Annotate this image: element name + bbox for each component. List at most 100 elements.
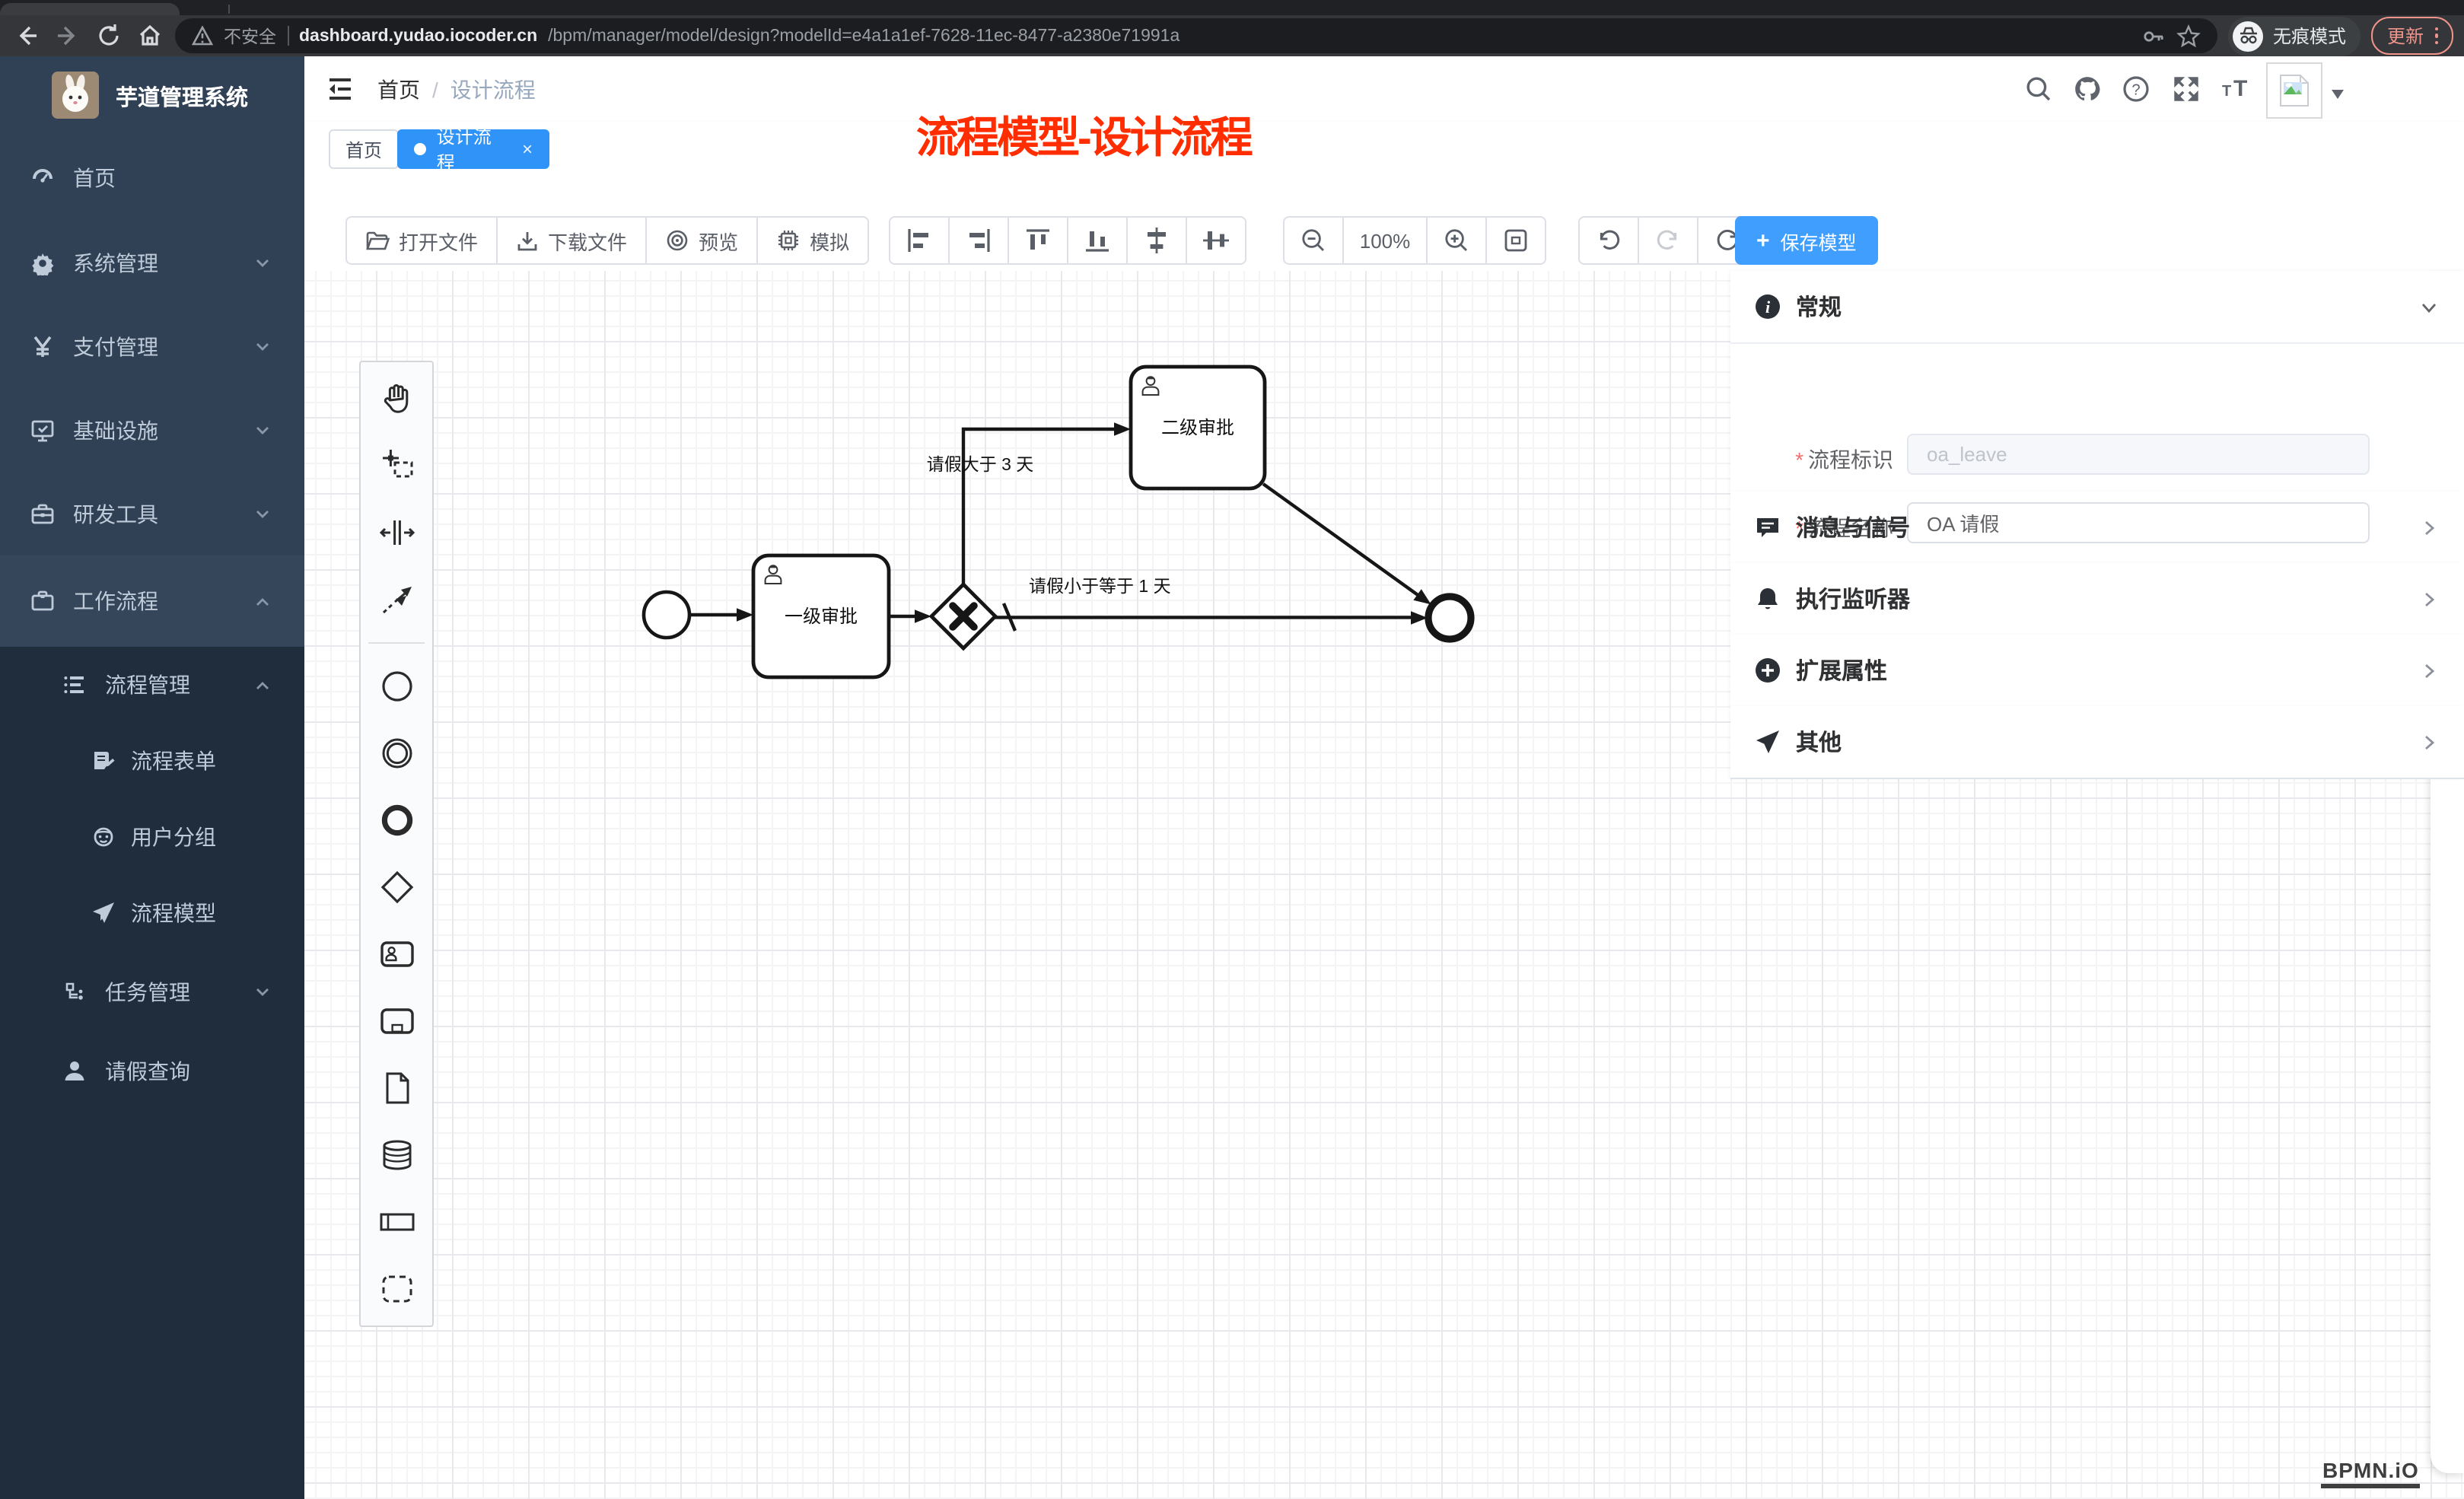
align-hcenter-button[interactable] <box>1187 218 1245 263</box>
download-file-button[interactable]: 下载文件 <box>498 218 647 263</box>
end-event[interactable] <box>1428 597 1471 639</box>
page-header: 首页 / 设计流程 ? TT <box>304 56 2464 123</box>
tab-home[interactable]: 首页 <box>329 129 399 169</box>
align-top-button[interactable] <box>1009 218 1068 263</box>
sidebar-item-process-mgmt[interactable]: 流程管理 <box>0 647 304 723</box>
redo-button[interactable] <box>1639 218 1698 263</box>
forward-icon[interactable] <box>52 21 82 51</box>
logo-row[interactable]: 芋道管理系统 <box>0 56 304 135</box>
briefcase-icon <box>30 589 55 613</box>
address-bar[interactable]: 不安全 dashboard.yudao.iocoder.cn /bpm/mana… <box>175 18 2218 53</box>
browser-menu-icon[interactable] <box>2434 27 2438 45</box>
font-size-icon[interactable]: TT <box>2220 73 2249 102</box>
sidebar-item-workflow[interactable]: 工作流程 <box>0 555 304 647</box>
section-extended-attrs[interactable]: 扩展属性 <box>1730 635 2464 706</box>
zoom-reset-button[interactable] <box>1487 218 1545 263</box>
toolbox-icon <box>30 501 55 526</box>
zoom-out-button[interactable] <box>1285 218 1344 263</box>
sidebar-item-label: 系统管理 <box>73 247 158 278</box>
bookmark-star-icon[interactable] <box>2177 24 2201 48</box>
chevron-down-icon <box>254 505 271 522</box>
sidebar-item-devtools[interactable]: 研发工具 <box>0 472 304 555</box>
zoom-in-button[interactable] <box>1428 218 1487 263</box>
flow-task2-to-end[interactable] <box>1263 484 1418 595</box>
breadcrumb-home[interactable]: 首页 <box>377 74 420 104</box>
zoom-level-value: 100% <box>1360 229 1411 252</box>
section-message-signal[interactable]: 消息与信号 <box>1730 492 2464 563</box>
section-other[interactable]: 其他 <box>1730 706 2464 778</box>
sidebar-item-payment[interactable]: 支付管理 <box>0 304 304 388</box>
process-key-input[interactable] <box>1907 434 2370 475</box>
sidebar-item-task-mgmt[interactable]: 任务管理 <box>0 951 304 1032</box>
sidebar-item-label: 用户分组 <box>131 822 216 852</box>
tag-bar: 首页 设计流程 × <box>304 122 2464 177</box>
password-key-icon[interactable] <box>2142 24 2166 48</box>
chevron-right-icon <box>2420 733 2438 751</box>
start-event[interactable] <box>644 592 689 638</box>
plus-circle-icon <box>1755 657 1781 683</box>
undo-button[interactable] <box>1580 218 1639 263</box>
flow-label-le1[interactable]: 请假小于等于 1 天 <box>1029 576 1171 596</box>
app-logo-avatar <box>52 72 99 119</box>
user-avatar[interactable] <box>2266 62 2322 119</box>
user-task-level2[interactable]: 二级审批 <box>1131 367 1265 489</box>
search-icon[interactable] <box>2024 75 2053 103</box>
browser-chrome: 不安全 dashboard.yudao.iocoder.cn /bpm/mana… <box>0 0 2464 56</box>
help-icon[interactable]: ? <box>2122 75 2150 103</box>
zoom-level[interactable]: 100% <box>1344 218 1428 263</box>
chevron-down-icon <box>254 254 271 271</box>
button-label: 打开文件 <box>399 226 478 255</box>
sidebar-item-process-model[interactable]: 流程模型 <box>0 875 304 951</box>
back-icon[interactable] <box>11 21 41 51</box>
flow-gateway-to-task2[interactable] <box>963 429 1119 584</box>
align-left-button[interactable] <box>890 218 950 263</box>
plus-icon: + <box>1756 229 1770 252</box>
sidebar-item-process-form[interactable]: 流程表单 <box>0 723 304 799</box>
sidebar-item-system[interactable]: 系统管理 <box>0 221 304 304</box>
tab-label: 首页 <box>345 136 382 162</box>
fullscreen-icon[interactable] <box>2172 75 2201 103</box>
align-right-button[interactable] <box>950 218 1009 263</box>
section-general[interactable]: i 常规 <box>1730 271 2464 342</box>
sidebar-collapse-icon[interactable] <box>326 75 355 103</box>
tab-design-process[interactable]: 设计流程 × <box>397 129 549 169</box>
send-icon <box>1755 729 1781 755</box>
section-title: 执行监听器 <box>1796 583 1910 615</box>
avatar-caret-icon[interactable] <box>2332 90 2344 105</box>
bpmn-canvas[interactable]: 一级审批 二级审批 请假大于 3 天 请假小于等于 1 天 BPMN.iO <box>304 271 2464 1499</box>
flow-label-gt3[interactable]: 请假大于 3 天 <box>927 454 1034 474</box>
viewport: 不安全 dashboard.yudao.iocoder.cn /bpm/mana… <box>0 0 2464 1499</box>
incognito-label: 无痕模式 <box>2273 23 2346 49</box>
bpmn-io-watermark[interactable]: BPMN.iO <box>2321 1458 2421 1488</box>
browser-active-tab[interactable] <box>0 3 180 15</box>
task2-label: 二级审批 <box>1161 418 1234 438</box>
sidebar-item-label: 工作流程 <box>73 586 158 616</box>
align-bottom-button[interactable] <box>1068 218 1128 263</box>
chevron-up-icon <box>254 676 271 693</box>
section-execution-listener[interactable]: 执行监听器 <box>1730 563 2464 635</box>
user-task-level1[interactable]: 一级审批 <box>753 555 889 677</box>
github-icon[interactable] <box>2073 75 2102 103</box>
preview-button[interactable]: 预览 <box>647 218 758 263</box>
exclusive-gateway[interactable] <box>931 584 995 648</box>
close-icon[interactable]: × <box>522 138 533 160</box>
browser-update-button[interactable]: 更新 <box>2372 17 2453 55</box>
history-button-group <box>1578 216 1758 265</box>
sidebar-item-home[interactable]: 首页 <box>0 135 304 221</box>
chevron-down-icon <box>254 338 271 355</box>
align-vcenter-button[interactable] <box>1128 218 1187 263</box>
home-icon[interactable] <box>134 21 164 51</box>
tab-divider <box>228 5 230 14</box>
chevron-right-icon <box>2420 518 2438 536</box>
sidebar-item-infra[interactable]: 基础设施 <box>0 388 304 472</box>
monitor-icon <box>30 418 55 442</box>
save-model-button[interactable]: + 保存模型 <box>1735 216 1878 265</box>
sidebar-item-leave-query[interactable]: 请假查询 <box>0 1032 304 1111</box>
chevron-right-icon <box>2420 661 2438 679</box>
open-file-button[interactable]: 打开文件 <box>347 218 498 263</box>
simulate-button[interactable]: 模拟 <box>758 218 867 263</box>
sidebar-item-user-group[interactable]: 用户分组 <box>0 799 304 875</box>
document-edit-icon <box>91 749 116 773</box>
person-icon <box>62 1059 87 1084</box>
reload-icon[interactable] <box>93 21 123 51</box>
